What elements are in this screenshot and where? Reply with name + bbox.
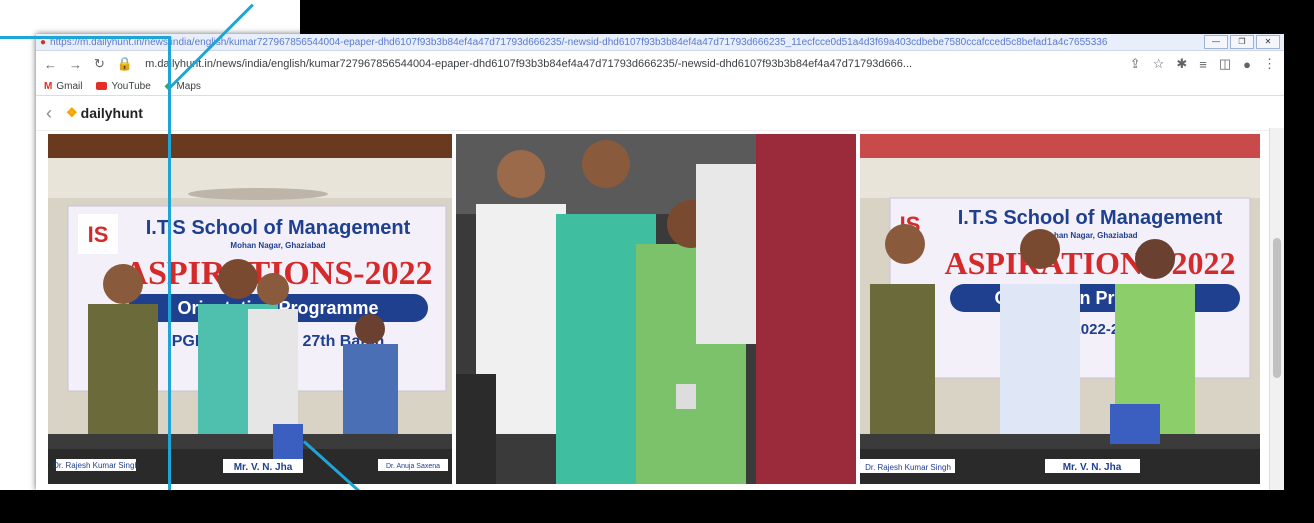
bookmarks-bar: MGmail YouTube ◆Maps	[36, 77, 1284, 96]
menu-icon[interactable]: ⋮	[1263, 56, 1276, 72]
browser-toolbar: ← → ↻ 🔒 m.dailyhunt.in/news/india/englis…	[36, 51, 1284, 77]
nameplate-right-2: Mr. V. N. Jha	[1063, 462, 1122, 473]
browser-window: ● https://m.dailyhunt.in/news/india/engl…	[36, 34, 1284, 490]
bookmark-star-icon[interactable]: ☆	[1153, 56, 1165, 72]
banner-title-left: I.T.S School of Management	[146, 217, 411, 239]
callout-frame	[0, 36, 171, 496]
bookmark-label: Maps	[176, 80, 201, 92]
nameplate-left-2: Mr. V. N. Jha	[234, 462, 293, 473]
photo-middle-image	[456, 134, 856, 484]
vertical-scrollbar[interactable]	[1269, 128, 1284, 490]
address-bar[interactable]: m.dailyhunt.in/news/india/english/kumar7…	[145, 58, 1118, 70]
close-button[interactable]: ✕	[1256, 35, 1280, 49]
title-bar: ● https://m.dailyhunt.in/news/india/engl…	[36, 34, 1284, 51]
bottom-bar	[0, 490, 1314, 523]
media-icon[interactable]: ≡	[1199, 57, 1207, 72]
event-name-right: ASPIRATIONS-2022	[945, 245, 1236, 281]
photo-right-image: IS I.T.S School of Management Mohan Naga…	[860, 134, 1260, 484]
maximize-button[interactable]: ❐	[1230, 35, 1254, 49]
profile-icon[interactable]: ●	[1243, 57, 1251, 72]
extensions-icon[interactable]: ✱	[1176, 56, 1187, 72]
minimize-button[interactable]: —	[1204, 35, 1228, 49]
banner-title-right: I.T.S School of Management	[958, 207, 1223, 229]
share-icon[interactable]: ⇪	[1130, 56, 1141, 72]
site-header: ‹ ❖ dailyhunt	[36, 96, 1284, 131]
photo-right[interactable]: IS I.T.S School of Management Mohan Naga…	[860, 134, 1260, 484]
side-panel-icon[interactable]: ◫	[1219, 56, 1231, 72]
scrollbar-thumb[interactable]	[1273, 238, 1281, 378]
photo-middle[interactable]	[456, 134, 856, 484]
photo-gallery: IS I.T.S School of Management Mohan Naga…	[48, 134, 1260, 484]
nameplate-left-3: Dr. Anuja Saxena	[386, 463, 440, 470]
banner-sub-left: Mohan Nagar, Ghaziabad	[230, 241, 325, 250]
nameplate-right-1: Dr. Rajesh Kumar Singh	[865, 463, 951, 472]
